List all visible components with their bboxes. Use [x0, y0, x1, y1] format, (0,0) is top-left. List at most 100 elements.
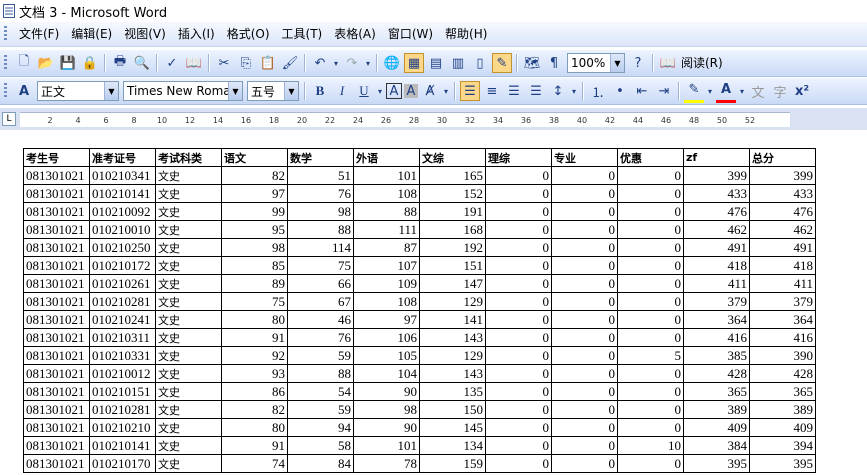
font-color-dropdown-icon[interactable]: ▾	[738, 81, 746, 101]
table-cell[interactable]: 114	[287, 238, 354, 257]
chevron-down-icon[interactable]: ▼	[610, 54, 624, 72]
table-cell[interactable]: 081301021	[23, 238, 90, 257]
menu-table[interactable]: 表格(A)	[328, 24, 382, 44]
table-cell[interactable]: 081301021	[23, 310, 90, 329]
table-cell[interactable]: 150	[419, 400, 486, 419]
table-cell[interactable]: 0	[551, 382, 618, 401]
research-icon[interactable]: 📖	[184, 53, 204, 73]
table-cell[interactable]: 0	[485, 436, 552, 455]
table-cell[interactable]: 0	[551, 274, 618, 293]
table-cell[interactable]: 0	[551, 346, 618, 365]
italic-icon[interactable]: I	[332, 81, 352, 101]
table-cell[interactable]: 93	[221, 364, 288, 383]
save-icon[interactable]: 💾	[58, 53, 78, 73]
table-cell[interactable]: 081301021	[23, 364, 90, 383]
table-cell[interactable]: 010210012	[89, 364, 156, 383]
tables-borders-icon[interactable]: ▦	[404, 53, 424, 73]
format-painter-icon[interactable]: 🖌	[280, 53, 300, 73]
table-cell[interactable]: 0	[485, 166, 552, 185]
table-cell[interactable]: 0	[551, 220, 618, 239]
highlight-icon[interactable]: ✎	[684, 80, 704, 103]
table-cell[interactable]: 416	[683, 328, 750, 347]
table-cell[interactable]: 108	[353, 184, 420, 203]
table-cell[interactable]: 129	[419, 292, 486, 311]
table-cell[interactable]: 0	[485, 184, 552, 203]
table-cell[interactable]: 0	[485, 346, 552, 365]
menu-format[interactable]: 格式(O)	[221, 24, 276, 44]
table-cell[interactable]: 0	[485, 202, 552, 221]
column-header[interactable]: 语文	[221, 148, 288, 167]
table-cell[interactable]: 476	[749, 202, 816, 221]
table-cell[interactable]: 5	[617, 346, 684, 365]
phonetic-guide-icon[interactable]: 文	[748, 81, 768, 101]
table-cell[interactable]: 0	[485, 328, 552, 347]
table-cell[interactable]: 78	[353, 454, 420, 473]
justify-icon[interactable]: ☰	[526, 81, 546, 101]
table-cell[interactable]: 66	[287, 274, 354, 293]
table-cell[interactable]: 0	[485, 274, 552, 293]
insert-table-icon[interactable]: ▤	[426, 53, 446, 73]
menu-tools[interactable]: 工具(T)	[276, 24, 329, 44]
menu-help[interactable]: 帮助(H)	[439, 24, 493, 44]
table-cell[interactable]: 88	[287, 220, 354, 239]
numbering-icon[interactable]: ⒈	[588, 81, 608, 101]
table-cell[interactable]: 134	[419, 436, 486, 455]
table-cell[interactable]: 101	[353, 166, 420, 185]
column-header[interactable]: 考生号	[23, 148, 90, 167]
table-cell[interactable]: 390	[749, 346, 816, 365]
toolbar-grip[interactable]	[4, 83, 7, 99]
table-cell[interactable]: 491	[683, 238, 750, 257]
table-cell[interactable]: 081301021	[23, 202, 90, 221]
table-cell[interactable]: 文史	[155, 202, 222, 221]
table-cell[interactable]: 395	[683, 454, 750, 473]
table-cell[interactable]: 90	[353, 382, 420, 401]
align-center-icon[interactable]: ≡	[482, 81, 502, 101]
open-folder-icon[interactable]: 📂	[36, 53, 56, 73]
menu-window[interactable]: 窗口(W)	[382, 24, 439, 44]
scaling-dropdown-icon[interactable]: ▾	[442, 81, 450, 101]
table-cell[interactable]: 0	[617, 274, 684, 293]
column-header[interactable]: 考试科类	[155, 148, 222, 167]
table-cell[interactable]: 010210172	[89, 256, 156, 275]
table-cell[interactable]: 010210010	[89, 220, 156, 239]
table-cell[interactable]: 109	[353, 274, 420, 293]
table-cell[interactable]: 0	[617, 328, 684, 347]
undo-icon[interactable]: ↶	[310, 53, 330, 73]
table-cell[interactable]: 135	[419, 382, 486, 401]
table-cell[interactable]: 394	[749, 436, 816, 455]
print-preview-icon[interactable]: 🔍	[132, 53, 152, 73]
table-cell[interactable]: 0	[551, 364, 618, 383]
table-cell[interactable]: 46	[287, 310, 354, 329]
align-left-icon[interactable]: ☰	[460, 81, 480, 101]
table-cell[interactable]: 081301021	[23, 166, 90, 185]
table-cell[interactable]: 86	[221, 382, 288, 401]
table-cell[interactable]: 010210281	[89, 292, 156, 311]
cut-icon[interactable]: ✂	[214, 53, 234, 73]
underline-icon[interactable]: U	[354, 81, 374, 101]
underline-dropdown-icon[interactable]: ▾	[376, 81, 384, 101]
table-cell[interactable]: 081301021	[23, 220, 90, 239]
table-cell[interactable]: 88	[353, 202, 420, 221]
table-cell[interactable]: 0	[551, 238, 618, 257]
horizontal-ruler[interactable]: L 2 4 6 8 10 12 14 16 18 20 22 24 26 28 30 32 34 36 38 40 42…	[0, 108, 867, 130]
table-cell[interactable]: 191	[419, 202, 486, 221]
menu-grip[interactable]	[4, 26, 7, 42]
table-cell[interactable]: 0	[485, 238, 552, 257]
table-cell[interactable]: 476	[683, 202, 750, 221]
table-cell[interactable]: 411	[749, 274, 816, 293]
table-cell[interactable]: 51	[287, 166, 354, 185]
column-header[interactable]: 数学	[287, 148, 354, 167]
chevron-down-icon[interactable]: ▼	[104, 82, 118, 100]
table-cell[interactable]: 文史	[155, 436, 222, 455]
table-cell[interactable]: 80	[221, 310, 288, 329]
document-map-icon[interactable]: 🗺	[522, 53, 542, 73]
print-icon[interactable]: 🖶	[110, 53, 130, 73]
read-icon[interactable]: 📖	[658, 53, 678, 73]
table-cell[interactable]: 364	[683, 310, 750, 329]
table-cell[interactable]: 399	[749, 166, 816, 185]
table-cell[interactable]: 75	[221, 292, 288, 311]
table-cell[interactable]: 0	[617, 454, 684, 473]
table-cell[interactable]: 文史	[155, 328, 222, 347]
table-cell[interactable]: 081301021	[23, 184, 90, 203]
table-cell[interactable]: 365	[683, 382, 750, 401]
